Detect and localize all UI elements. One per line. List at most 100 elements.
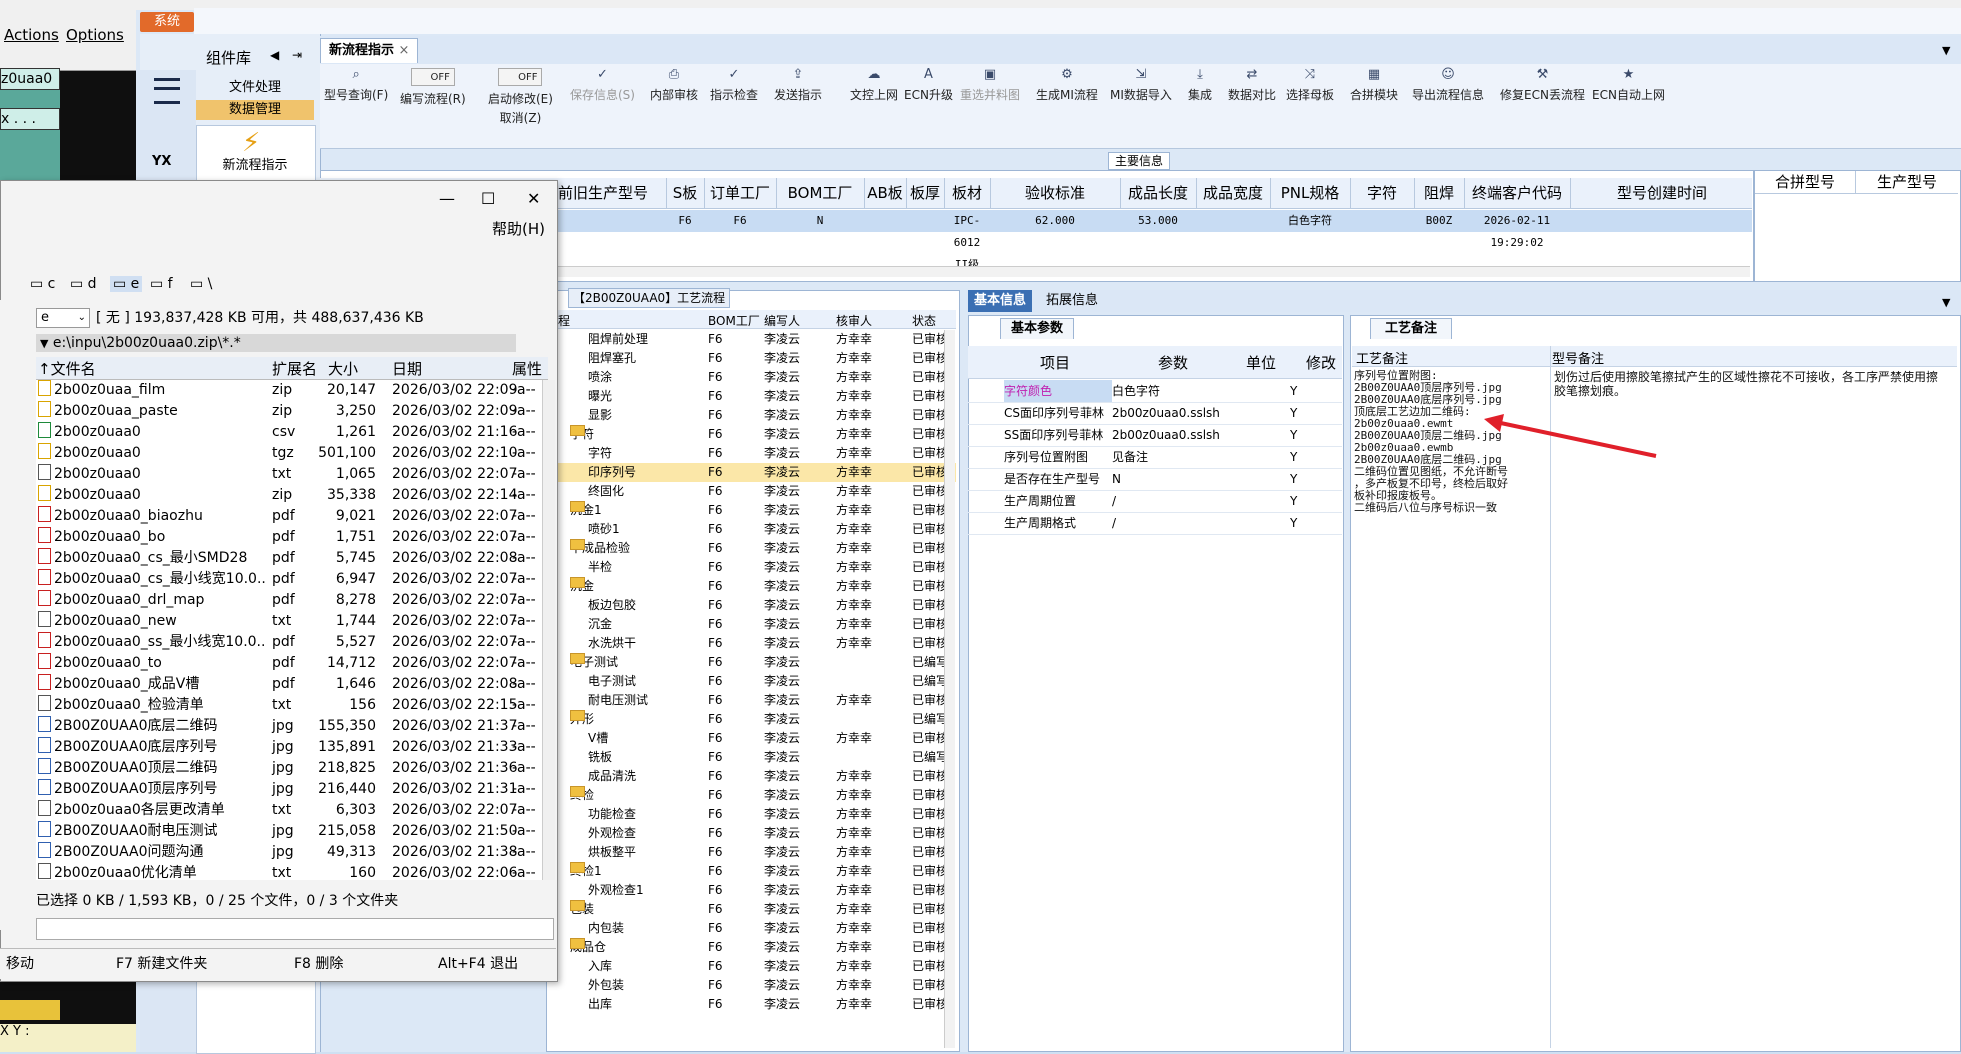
collapse-left-icon[interactable]: ◀	[270, 48, 279, 62]
toggle-switch[interactable]: OFF	[410, 68, 455, 86]
process-tree-row[interactable]: 包装 F6 李凌云 方幸幸 已审核	[548, 900, 956, 919]
process-tree-row[interactable]: 成品仓 F6 李凌云 方幸幸 已审核	[548, 938, 956, 957]
file-row[interactable]: 2B00Z0UAA0耐电压测试 jpg 215,058 2026/03/02 21:5…	[36, 821, 544, 842]
file-row[interactable]: 2b00z0uaa0优化清单 txt 160 2026/03/02 22:06 -a--	[36, 863, 544, 884]
file-row[interactable]: 2b00z0uaa0_drl_map pdf 8,278 2026/03/02 22:…	[36, 590, 544, 611]
toolbar-item-10[interactable]: ⚙ 生成MI流程	[1036, 68, 1098, 103]
main-info-col-header[interactable]: 订单工厂	[704, 178, 777, 208]
toolbar-item-18[interactable]: ★ ECN自动上网	[1592, 68, 1665, 103]
process-tree-row[interactable]: 半成品检验 F6 李凌云 方幸幸 已审核	[548, 539, 956, 558]
hamburger-icon[interactable]	[154, 78, 180, 104]
main-info-col-header[interactable]: BOM工厂	[776, 178, 865, 208]
maximize-icon[interactable]: ☐	[481, 189, 495, 208]
process-tree-row[interactable]: 印序列号 F6 李凌云 方幸幸 已审核	[548, 463, 956, 482]
basic-param-row[interactable]: 字符颜色 白色字符 Y	[968, 380, 1342, 403]
file-row[interactable]: 2b00z0uaa_paste zip 3,250 2026/03/02 22:09-…	[36, 401, 544, 422]
toolbar-item-16[interactable]: ☺ 导出流程信息	[1412, 68, 1484, 103]
fkey-exit[interactable]: Alt+F4 退出	[438, 949, 518, 979]
fm-vscrollbar[interactable]	[542, 380, 555, 880]
process-tree-row[interactable]: 水洗烘干 F6 李凌云 方幸幸 已审核	[548, 634, 956, 653]
fm-help-menu[interactable]: 帮助(H)	[492, 218, 545, 239]
file-row[interactable]: 2b00z0uaa0_cs_最小SMD28 pdf 5,745 2026/03/02 …	[36, 548, 544, 569]
toolbar-item-6[interactable]: ⇪ 发送指示	[774, 68, 822, 103]
process-tree-row[interactable]: 沉金 F6 李凌云 方幸幸 已审核	[548, 615, 956, 634]
main-info-col-header[interactable]: 阻焊	[1414, 178, 1465, 208]
process-tree-row[interactable]: 终检1 F6 李凌云 方幸幸 已审核	[548, 862, 956, 881]
drive-button-0[interactable]: ▭ c	[30, 276, 55, 292]
process-tree-row[interactable]: 喷涂 F6 李凌云 方幸幸 已审核	[548, 368, 956, 387]
process-tree-row[interactable]: 沉金 F6 李凌云 方幸幸 已审核	[548, 577, 956, 596]
fkey-new-folder[interactable]: F7 新建文件夹	[116, 949, 207, 979]
toolbar-item-4[interactable]: ⎙ 内部审核	[650, 68, 698, 103]
file-row[interactable]: 2B00Z0UAA0问题沟通 jpg 49,313 2026/03/02 21:38-…	[36, 842, 544, 863]
file-row[interactable]: 2B00Z0UAA0顶层序列号 jpg 216,440 2026/03/02 21:3…	[36, 779, 544, 800]
tab-extended-info[interactable]: 拓展信息	[1040, 290, 1104, 312]
file-row[interactable]: 2B00Z0UAA0底层序列号 jpg 135,891 2026/03/02 21:3…	[36, 737, 544, 758]
toolbar-item-14[interactable]: ⤨ 选择母板	[1286, 68, 1334, 103]
basic-param-row[interactable]: CS面印序列号菲林 2b00z0uaa0.sslsh Y	[968, 402, 1342, 425]
model-remark-text[interactable]: 划伤过后使用擦胶笔擦拭产生的区域性擦花不可接收，各工序严禁使用擦胶笔擦划痕。	[1554, 370, 1944, 398]
toolbar-item-12[interactable]: ⤓ 集成	[1188, 68, 1212, 103]
process-tree-row[interactable]: 出库 F6 李凌云 方幸幸 已审核	[548, 995, 956, 1014]
toolbar-item-0[interactable]: ⌕ 型号查询(F)	[324, 68, 388, 103]
process-tree-row[interactable]: 功能检查 F6 李凌云 方幸幸 已审核	[548, 805, 956, 824]
cad-menu-actions[interactable]: Actions	[4, 26, 59, 44]
lightning-icon[interactable]: ⚡	[242, 128, 260, 158]
cad-field-job[interactable]: z0uaa0	[0, 68, 60, 90]
fm-col-attr[interactable]: 属性	[512, 358, 542, 379]
toolbar-item-5[interactable]: ✓ 指示检查	[710, 68, 758, 103]
pin-icon[interactable]: ⇥	[292, 48, 302, 62]
toolbar-item-1[interactable]: OFF 编写流程(R)	[400, 68, 466, 107]
process-tree-row[interactable]: 外形 F6 李凌云 已编写	[548, 710, 956, 729]
process-tree-row[interactable]: 字符 F6 李凌云 方幸幸 已审核	[548, 425, 956, 444]
process-tree-row[interactable]: 板边包胶 F6 李凌云 方幸幸 已审核	[548, 596, 956, 615]
basic-param-row[interactable]: 生产周期位置 / Y	[968, 490, 1342, 513]
fm-col-ext[interactable]: 扩展名	[272, 358, 317, 379]
file-row[interactable]: 2b00z0uaa0各层更改清单 txt 6,303 2026/03/02 22:07…	[36, 800, 544, 821]
path-dropdown-icon[interactable]: ▼	[40, 337, 48, 350]
process-tree-row[interactable]: 曝光 F6 李凌云 方幸幸 已审核	[548, 387, 956, 406]
main-info-col-header[interactable]: 成品长度	[1120, 178, 1197, 208]
file-row[interactable]: 2b00z0uaa_film zip 20,147 2026/03/02 22:09-…	[36, 380, 544, 401]
basic-param-row[interactable]: 是否存在生产型号 N Y	[968, 468, 1342, 491]
process-tree-row[interactable]: 字符 F6 李凌云 方幸幸 已审核	[548, 444, 956, 463]
process-tree-row[interactable]: 显影 F6 李凌云 方幸幸 已审核	[548, 406, 956, 425]
process-tree-row[interactable]: 阻焊塞孔 F6 李凌云 方幸幸 已审核	[548, 349, 956, 368]
close-icon[interactable]: ✕	[527, 189, 540, 208]
main-info-col-header[interactable]: 字符	[1350, 178, 1415, 208]
toolbar-item-15[interactable]: ▦ 合拼模块	[1350, 68, 1398, 103]
file-row[interactable]: 2b00z0uaa0 csv 1,261 2026/03/02 21:16 -a--	[36, 422, 544, 443]
main-info-col-header[interactable]: AB板	[864, 178, 907, 208]
main-info-col-header[interactable]: 板材	[944, 178, 991, 208]
cad-field-step[interactable]: x . . .	[0, 108, 60, 130]
nav-item-data[interactable]: 数据管理	[196, 100, 314, 120]
main-info-col-header[interactable]: 终端客户代码	[1464, 178, 1571, 208]
fkey-move[interactable]: 移动	[6, 949, 34, 979]
file-row[interactable]: 2b00z0uaa0_biaozhu pdf 9,021 2026/03/02 22:…	[36, 506, 544, 527]
process-tree-row[interactable]: 入库 F6 李凌云 方幸幸 已审核	[548, 957, 956, 976]
basic-param-row[interactable]: 生产周期格式 / Y	[968, 512, 1342, 535]
toolbar-item-8[interactable]: A ECN升级	[904, 68, 953, 103]
main-info-col-header[interactable]: 成品宽度	[1196, 178, 1271, 208]
process-tree-row[interactable]: 沉金1 F6 李凌云 方幸幸 已审核	[548, 501, 956, 520]
fm-path-bar[interactable]: ▼ e:\inpu\2b00z0uaa0.zip\*.*	[36, 334, 516, 352]
drive-button-4[interactable]: ▭ \	[190, 276, 212, 292]
tab-new-flow[interactable]: 新流程指示 ×	[320, 38, 419, 63]
fm-command-line[interactable]	[36, 918, 554, 940]
toolbar-item-7[interactable]: ☁ 文控上网	[850, 68, 898, 103]
basic-params-tab[interactable]: 基本参数	[1000, 318, 1075, 339]
toolbar-item-17[interactable]: ⚒ 修复ECN丢流程	[1500, 68, 1585, 103]
process-tree-row[interactable]: 半检 F6 李凌云 方幸幸 已审核	[548, 558, 956, 577]
file-row[interactable]: 2B00Z0UAA0底层二维码 jpg 155,350 2026/03/02 21:3…	[36, 716, 544, 737]
process-tree-row[interactable]: 外观检查 F6 李凌云 方幸幸 已审核	[548, 824, 956, 843]
main-info-hscrollbar[interactable]	[540, 266, 1750, 277]
fkey-delete[interactable]: F8 删除	[294, 949, 343, 979]
tab-basic-info[interactable]: 基本信息	[968, 290, 1033, 312]
file-row[interactable]: 2b00z0uaa0 zip 35,338 2026/03/02 22:14 -a--	[36, 485, 544, 506]
minimize-icon[interactable]: —	[439, 189, 455, 208]
file-row[interactable]: 2b00z0uaa0_成品V槽 pdf 1,646 2026/03/02 22:08-…	[36, 674, 544, 695]
process-tree-row[interactable]: 终固化 F6 李凌云 方幸幸 已审核	[548, 482, 956, 501]
file-row[interactable]: 2b00z0uaa0_检验清单 txt 156 2026/03/02 22:15 -a-…	[36, 695, 544, 716]
nav-item-file[interactable]: 文件处理	[196, 78, 314, 98]
yx-logo[interactable]: YX	[152, 154, 171, 169]
